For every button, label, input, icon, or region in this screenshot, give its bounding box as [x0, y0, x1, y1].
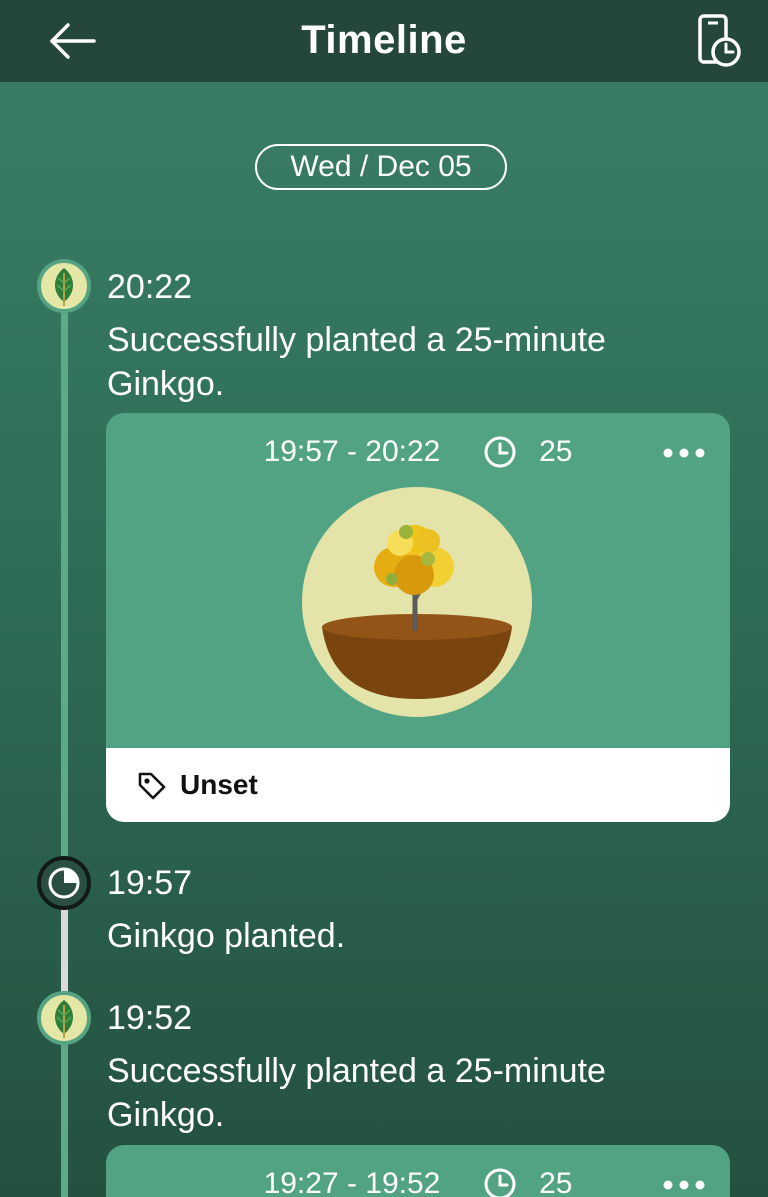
entry-time: 19:57 — [107, 864, 193, 902]
date-filter-pill[interactable]: Wed / Dec 05 — [255, 144, 507, 190]
tree-illustration — [302, 487, 532, 717]
phone-timer-button[interactable] — [694, 12, 746, 70]
session-duration: 25 — [539, 1167, 573, 1197]
leaf-icon — [55, 268, 73, 306]
session-card[interactable]: 19:27 - 19:52 25 — [106, 1145, 730, 1197]
more-horizontal-icon — [663, 1180, 705, 1190]
session-card[interactable]: 19:57 - 20:22 25 Unset — [106, 413, 730, 822]
entry-time: 20:22 — [107, 268, 193, 306]
timeline-line — [61, 1042, 68, 1197]
session-time-range: 19:27 - 19:52 — [263, 1167, 441, 1197]
top-bar: Timeline — [0, 0, 768, 82]
session-header: 19:57 - 20:22 25 — [106, 431, 730, 471]
entry-time: 19:52 — [107, 999, 193, 1037]
timeline-node-planted — [37, 856, 91, 910]
clock-icon — [484, 436, 516, 468]
timeline-node-success — [37, 259, 91, 313]
timeline-node-success — [37, 991, 91, 1045]
page-title: Timeline — [301, 18, 467, 62]
entry-description: Ginkgo planted. — [107, 917, 346, 955]
more-options-button[interactable] — [660, 443, 708, 463]
leaf-icon — [55, 1000, 73, 1038]
entry-description: Successfully planted a 25-minute Ginkgo. — [107, 1052, 606, 1134]
session-header: 19:27 - 19:52 25 — [106, 1163, 730, 1197]
tag-icon — [138, 772, 166, 800]
more-options-button[interactable] — [660, 1175, 708, 1195]
timeline-line — [61, 312, 68, 860]
ginkgo-tree-icon — [302, 487, 532, 717]
session-duration: 25 — [539, 435, 573, 469]
clock-icon — [48, 867, 80, 899]
phone-clock-icon — [698, 14, 741, 67]
session-tag-bar[interactable]: Unset — [106, 748, 730, 822]
more-horizontal-icon — [663, 448, 705, 458]
timeline-line-pending — [61, 908, 68, 992]
entry-description: Successfully planted a 25-minute Ginkgo. — [107, 321, 606, 403]
session-time-range: 19:57 - 20:22 — [263, 435, 441, 469]
tag-label: Unset — [180, 769, 258, 800]
clock-icon — [484, 1168, 516, 1197]
